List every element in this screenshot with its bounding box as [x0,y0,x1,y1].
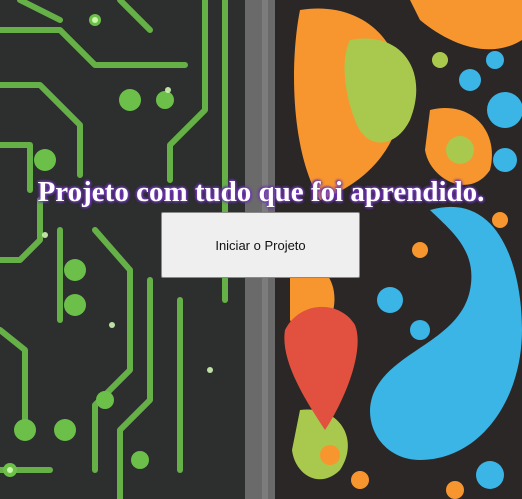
page-title: Projeto com tudo que foi aprendido. [37,176,485,208]
start-project-button[interactable]: Iniciar o Projeto [161,212,360,278]
